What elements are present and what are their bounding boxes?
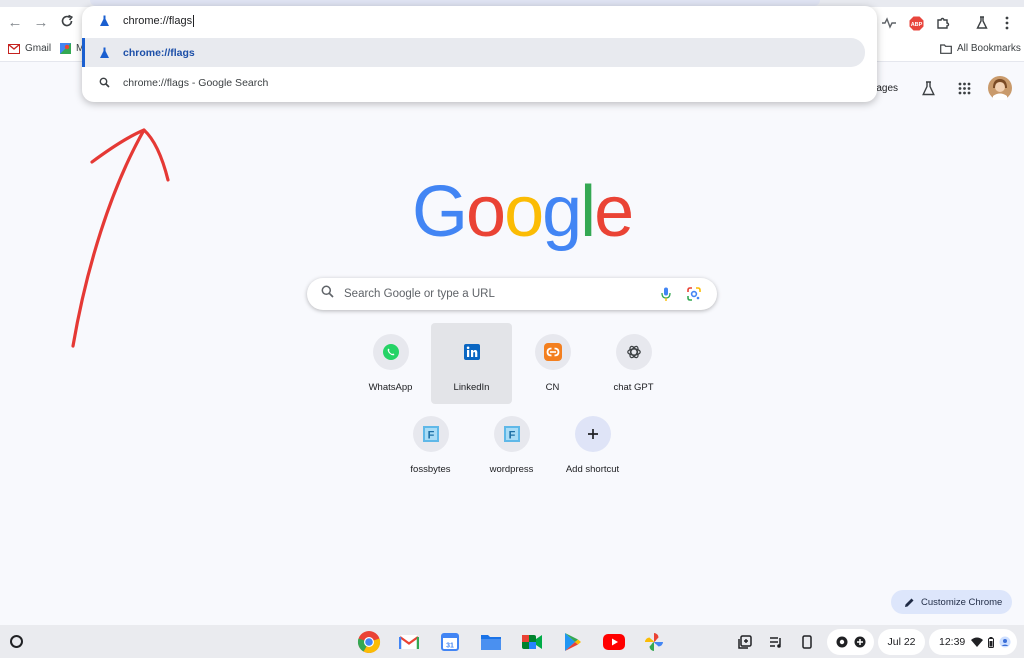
- maps-icon: [60, 43, 71, 54]
- search-icon: [96, 75, 112, 91]
- shortcut-label: CN: [545, 382, 560, 393]
- media-queue-icon[interactable]: [762, 629, 790, 655]
- omnibox-dropdown: chrome://flags chrome://flags chrome://f…: [82, 6, 877, 102]
- linkedin-icon: [463, 344, 480, 360]
- photos-app-icon[interactable]: [641, 629, 667, 655]
- play-store-icon[interactable]: [560, 629, 586, 655]
- all-bookmarks-label: All Bookmarks: [957, 43, 1021, 54]
- svg-text:ABP: ABP: [910, 22, 922, 28]
- shortcut-tile[interactable]: F fossbytes: [390, 405, 471, 486]
- suggestion-text: chrome://flags: [123, 46, 195, 59]
- launcher-icon[interactable]: [10, 635, 23, 648]
- meet-app-icon[interactable]: [519, 629, 545, 655]
- labs-flask-icon[interactable]: [973, 14, 991, 32]
- customize-chrome-button[interactable]: Customize Chrome: [891, 590, 1012, 614]
- suggestion-text: chrome://flags: [123, 76, 189, 89]
- labs-flask-icon: [96, 13, 112, 29]
- folder-icon: [940, 43, 952, 54]
- whatsapp-icon: [382, 344, 399, 360]
- shortcut-label: wordpress: [489, 464, 534, 475]
- search-icon: [321, 285, 334, 303]
- time-text: 12:39: [939, 636, 966, 648]
- shortcut-icon-circle: F: [412, 416, 449, 452]
- bookmark-label: Gmail: [25, 43, 52, 54]
- wifi-icon: [971, 637, 984, 647]
- back-icon[interactable]: ←: [6, 14, 24, 32]
- os-shelf: 31 Jul 22 12:39: [0, 625, 1024, 658]
- date-pill[interactable]: Jul 22: [878, 629, 925, 655]
- all-bookmarks-button[interactable]: All Bookmarks: [940, 43, 1021, 54]
- user-avatar-small-icon: [999, 636, 1011, 648]
- omnibox-suggestion[interactable]: chrome://flags - Google Search: [82, 68, 865, 97]
- reload-icon[interactable]: [58, 14, 76, 32]
- battery-icon: [988, 636, 995, 648]
- calendar-app-icon[interactable]: 31: [437, 629, 463, 655]
- shortcut-label: fossbytes: [410, 464, 451, 475]
- shortcut-label: LinkedIn: [453, 382, 490, 393]
- files-app-icon[interactable]: [478, 629, 504, 655]
- customize-chrome-label: Customize Chrome: [921, 596, 1003, 608]
- adblock-icon[interactable]: ABP: [907, 14, 925, 32]
- record-icon: [836, 636, 848, 648]
- openai-icon: [626, 345, 641, 359]
- chrome-app-icon[interactable]: [356, 629, 382, 655]
- screen-capture-icon[interactable]: [731, 629, 759, 655]
- annotation-arrow: [71, 128, 170, 348]
- shortcut-label: WhatsApp: [368, 382, 413, 393]
- google-logo: Google: [412, 172, 634, 252]
- phone-hub-icon[interactable]: [793, 629, 821, 655]
- youtube-app-icon[interactable]: [601, 629, 627, 655]
- wordpress-icon: F: [503, 426, 520, 442]
- activity-icon[interactable]: [880, 14, 898, 32]
- gmail-icon: [8, 43, 20, 54]
- shortcut-icon-circle: [372, 334, 409, 370]
- pencil-icon: [904, 597, 915, 608]
- shortcut-icon-circle: [574, 416, 611, 452]
- menu-kebab-icon[interactable]: [998, 14, 1016, 32]
- fossbytes-icon: F: [422, 426, 439, 442]
- shortcut-tile[interactable]: LinkedIn: [431, 323, 512, 404]
- apps-grid-icon[interactable]: [958, 76, 971, 100]
- svg-text:31: 31: [446, 643, 454, 650]
- shortcut-icon-circle: [615, 334, 652, 370]
- labs-flask-icon[interactable]: [922, 76, 935, 100]
- shortcut-tile[interactable]: F wordpress: [471, 405, 552, 486]
- add-circle-icon: [854, 636, 866, 648]
- shortcut-icon-circle: F: [493, 416, 530, 452]
- extensions-puzzle-icon[interactable]: [934, 14, 952, 32]
- status-area[interactable]: 12:39: [929, 629, 1017, 655]
- shortcut-label: Add shortcut: [565, 464, 620, 475]
- svg-text:F: F: [427, 430, 434, 442]
- cn-icon: [543, 343, 562, 361]
- shortcut-icon-circle: [454, 334, 490, 370]
- search-placeholder: Search Google or type a URL: [344, 288, 495, 300]
- plus-icon: [587, 429, 598, 439]
- bookmark-maps[interactable]: M: [60, 43, 84, 54]
- shortcut-tile[interactable]: WhatsApp: [350, 323, 431, 404]
- google-lens-icon[interactable]: [687, 287, 701, 306]
- microphone-icon[interactable]: [661, 287, 671, 307]
- tray-pill[interactable]: [827, 629, 874, 655]
- text-caret: [193, 15, 195, 27]
- bookmark-gmail[interactable]: Gmail: [8, 43, 51, 54]
- gmail-app-icon[interactable]: [396, 629, 422, 655]
- shortcut-label: chat GPT: [613, 382, 654, 393]
- avatar[interactable]: [988, 76, 1012, 100]
- forward-icon[interactable]: →: [32, 14, 50, 32]
- suggestion-suffix: - Google Search: [188, 76, 269, 89]
- omnibox-suggestion[interactable]: chrome://flags: [82, 38, 865, 67]
- shortcut-icon-circle: [534, 334, 571, 370]
- ntp-search-box[interactable]: Search Google or type a URL: [307, 278, 717, 310]
- omnibox-text: chrome://flags: [123, 15, 193, 27]
- date-text: Jul 22: [887, 636, 916, 648]
- labs-flask-icon: [96, 45, 112, 61]
- shortcut-tile[interactable]: Add shortcut: [552, 405, 633, 486]
- omnibox-input[interactable]: chrome://flags: [82, 6, 877, 36]
- svg-text:F: F: [508, 430, 515, 442]
- shortcut-tile[interactable]: CN: [512, 323, 593, 404]
- shortcut-tile[interactable]: chat GPT: [593, 323, 674, 404]
